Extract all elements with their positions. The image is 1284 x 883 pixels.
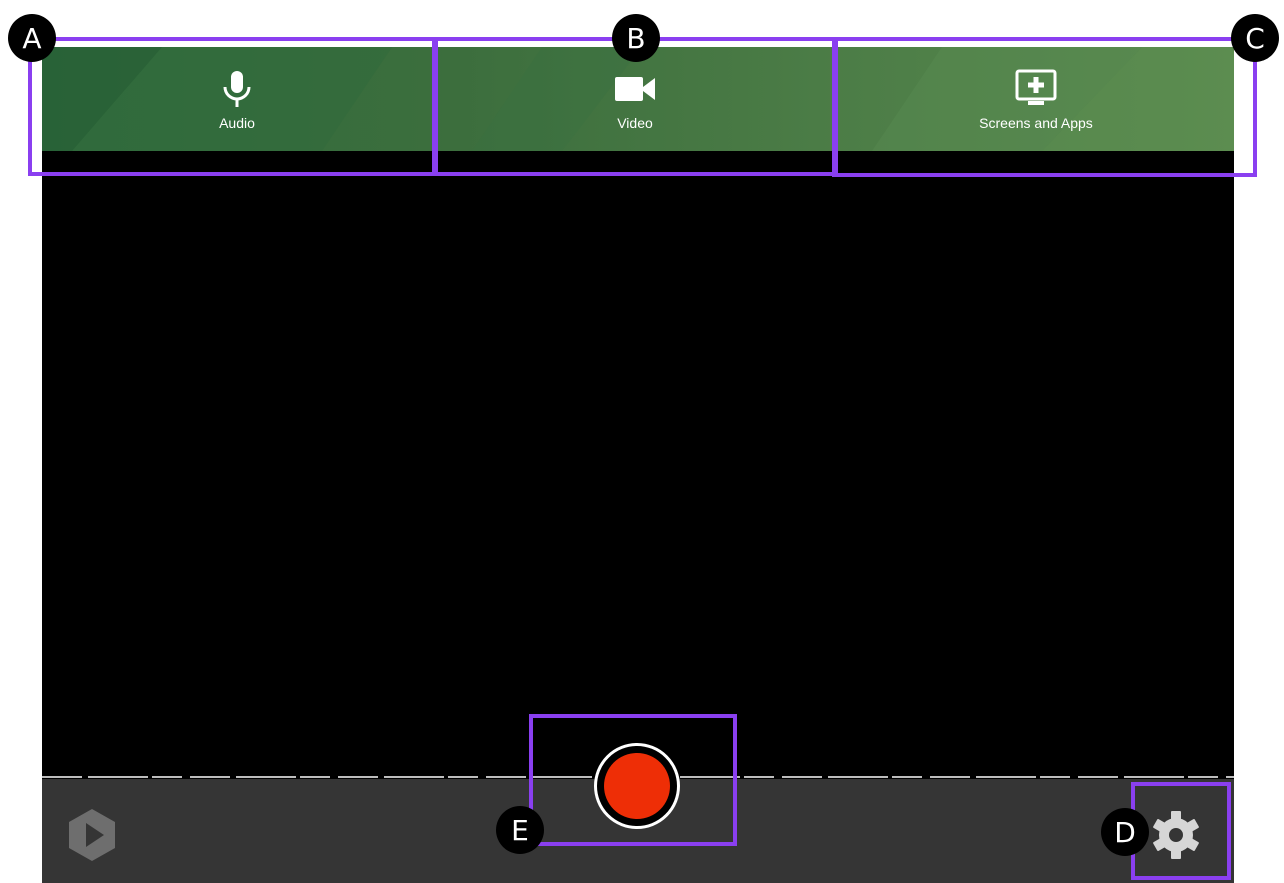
annotation-badge-e: E xyxy=(496,806,544,854)
annotation-badge-a: A xyxy=(8,14,56,62)
annotation-box-a xyxy=(28,37,438,176)
annotation-badge-b: B xyxy=(612,14,660,62)
panopto-logo xyxy=(69,809,115,861)
annotation-badge-c: C xyxy=(1231,14,1279,62)
annotation-badge-d: D xyxy=(1101,808,1149,856)
annotation-box-e xyxy=(529,714,737,846)
annotation-box-c xyxy=(832,37,1257,177)
